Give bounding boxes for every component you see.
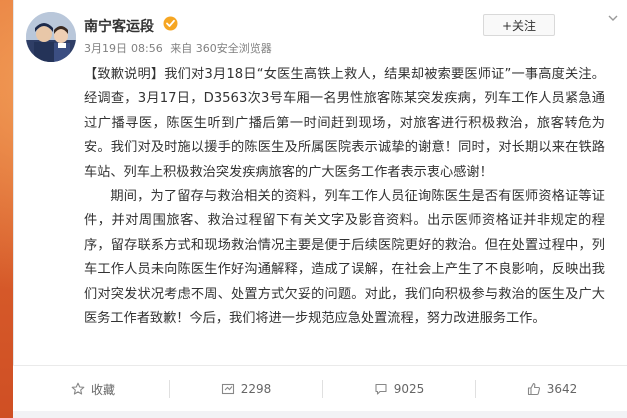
divider xyxy=(169,380,170,398)
post-source: 来自 360安全浏览器 xyxy=(170,42,272,55)
account-name[interactable]: 南宁客运段 xyxy=(84,16,154,36)
follow-label: +关注 xyxy=(501,18,537,33)
post-date[interactable]: 3月19日 xyxy=(84,42,127,55)
divider xyxy=(475,380,476,398)
favorite-button[interactable]: 收藏 xyxy=(19,366,167,412)
action-bar: 收藏 2298 9025 3642 xyxy=(13,365,627,412)
thumbs-up-icon xyxy=(527,382,540,396)
feed-gap xyxy=(13,411,627,418)
divider xyxy=(322,380,323,398)
repost-button[interactable]: 2298 xyxy=(172,366,320,412)
favorite-label: 收藏 xyxy=(90,382,115,397)
repost-count: 2298 xyxy=(240,382,272,396)
verified-badge-icon xyxy=(163,16,178,31)
post-meta: 3月19日 08:56 来自 360安全浏览器 xyxy=(84,40,276,56)
post-paragraph-2: 期间，为了留存与救治相关的资料，列车工作人员征询陈医生是否有医师资格证等证件，并… xyxy=(84,189,605,327)
like-count: 3642 xyxy=(546,382,578,396)
comment-count: 9025 xyxy=(393,382,425,396)
post-paragraph-1: 【致歉说明】我们对3月18日“女医生高铁上救人，结果却被索要医师证”一事高度关注… xyxy=(84,67,605,180)
comment-icon xyxy=(375,383,387,395)
post-time[interactable]: 08:56 xyxy=(131,42,163,55)
chevron-down-icon[interactable] xyxy=(607,12,619,24)
like-button[interactable]: 3642 xyxy=(478,366,626,412)
star-icon xyxy=(71,382,85,395)
post-text: 【致歉说明】我们对3月18日“女医生高铁上救人，结果却被索要医师证”一事高度关注… xyxy=(84,63,605,331)
follow-button[interactable]: +关注 xyxy=(483,14,555,36)
repost-icon xyxy=(221,383,234,395)
comment-button[interactable]: 9025 xyxy=(325,366,473,412)
avatar[interactable] xyxy=(26,12,76,62)
